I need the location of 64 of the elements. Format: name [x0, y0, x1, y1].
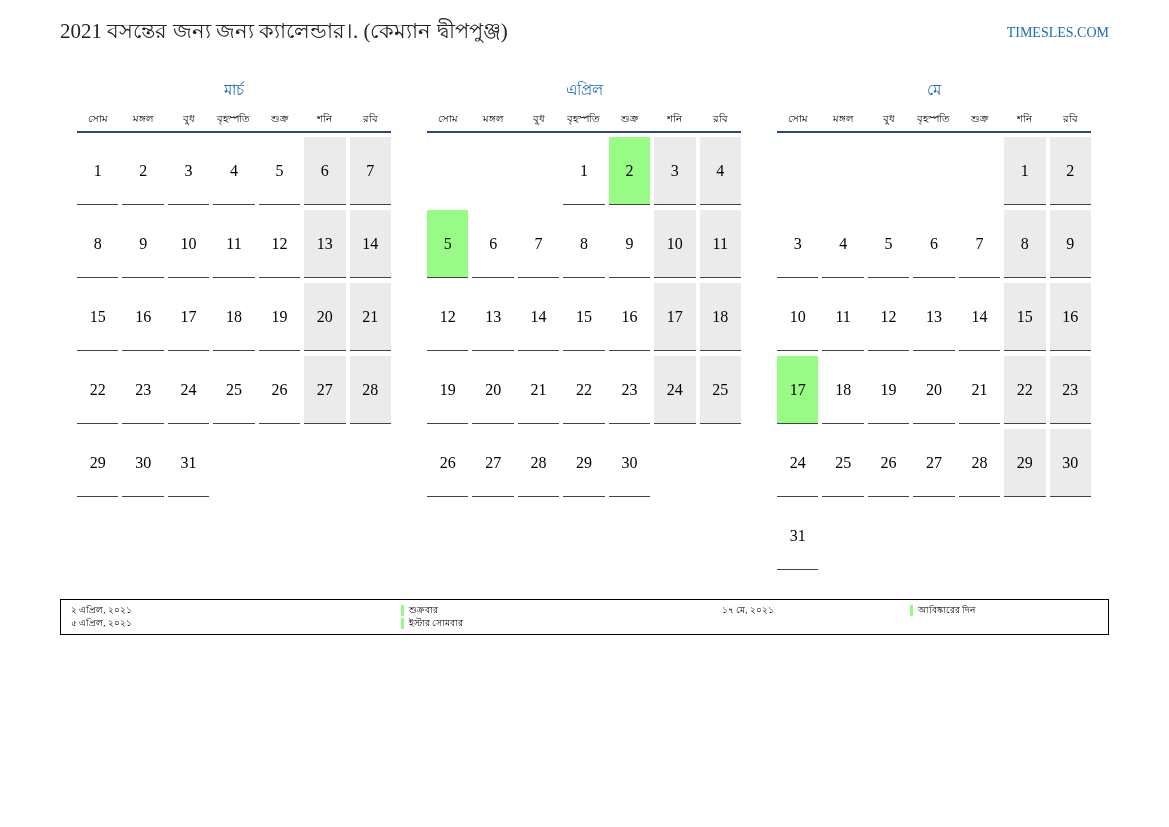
- day-cell: 8: [1004, 210, 1046, 278]
- day-cell: 7: [349, 137, 391, 205]
- weekday-label: মঙ্গল: [832, 112, 855, 126]
- weekday-label: বুধ: [181, 112, 196, 127]
- holiday-name: ইস্টার সোমবার: [409, 617, 464, 630]
- day-cell: 29: [1004, 429, 1046, 497]
- weekday-label: শুক্র: [619, 112, 640, 126]
- weekday-label: রবি: [1061, 112, 1079, 126]
- holiday-date: ১৭ মে, ২০২১: [722, 604, 774, 617]
- weekday-label: মঙ্গল: [482, 112, 505, 126]
- day-cell: 22: [1004, 356, 1046, 424]
- day-cell: 20: [304, 283, 346, 351]
- weekday-label: রবি: [711, 112, 729, 126]
- day-cell: 6: [304, 137, 346, 205]
- day-cell: 14: [349, 210, 391, 278]
- day-cell: 10: [654, 210, 696, 278]
- weekday-label: শনি: [665, 112, 684, 126]
- weekday-label: বুধ: [881, 112, 896, 127]
- day-cell: 16: [1049, 283, 1091, 351]
- holiday-name: শুক্রবার: [409, 604, 438, 617]
- day-cell: 3: [654, 137, 696, 205]
- weekday-label: মঙ্গল: [132, 112, 155, 126]
- weekday-label: বৃহস্পতি: [916, 112, 952, 127]
- weekday-label: শনি: [1015, 112, 1034, 126]
- day-cell: 30: [1049, 429, 1091, 497]
- day-cell: 17: [777, 356, 819, 424]
- month-name: এপ্রিল: [564, 80, 605, 100]
- day-cell: 25: [699, 356, 741, 424]
- weekday-label: রবি: [361, 112, 379, 126]
- day-cell: 1: [1004, 137, 1046, 205]
- day-cell: 17: [654, 283, 696, 351]
- weekday-label: বৃহস্পতি: [566, 112, 602, 127]
- holiday-date: ৫ এপ্রিল, ২০২১: [71, 617, 132, 630]
- weekday-label: সোম: [86, 112, 109, 126]
- holiday-marker: [401, 618, 404, 629]
- day-cell: 23: [1049, 356, 1091, 424]
- day-cell: 2: [608, 137, 651, 205]
- holiday-name: আবিষ্কারের দিন: [918, 604, 976, 617]
- holiday-marker: [401, 605, 404, 616]
- day-cell: 13: [304, 210, 346, 278]
- weekday-label: সোম: [786, 112, 809, 126]
- weekday-label: শুক্র: [969, 112, 990, 126]
- month-name: মে: [926, 81, 943, 100]
- day-cell: 5: [427, 210, 469, 278]
- day-cell: 24: [654, 356, 696, 424]
- day-cell: 18: [699, 283, 741, 351]
- day-cell: 2: [1049, 137, 1091, 205]
- weekday-label: বুধ: [531, 112, 546, 127]
- day-cell: 11: [699, 210, 741, 278]
- weekday-label: শনি: [315, 112, 334, 126]
- day-cell: 15: [1004, 283, 1046, 351]
- weekday-label: সোম: [436, 112, 459, 126]
- site-link[interactable]: TIMESLES.COM: [1006, 21, 1109, 43]
- day-cell: 28: [349, 356, 391, 424]
- holiday-date: ২ এপ্রিল, ২০২১: [71, 604, 132, 617]
- day-cell: 4: [699, 137, 741, 205]
- calendar-title: 2021 বসন্তের জন্য জন্য ক্যালেন্ডার।. (কেম্যান দ্বীপপুঞ্জ): [60, 17, 508, 46]
- day-cell: 9: [1049, 210, 1091, 278]
- holiday-marker: [910, 605, 913, 616]
- weekday-label: শুক্র: [269, 112, 290, 126]
- weekday-label: বৃহস্পতি: [216, 112, 252, 127]
- month-name: মার্চ: [223, 80, 246, 100]
- day-cell: 27: [304, 356, 346, 424]
- day-cell: 21: [349, 283, 391, 351]
